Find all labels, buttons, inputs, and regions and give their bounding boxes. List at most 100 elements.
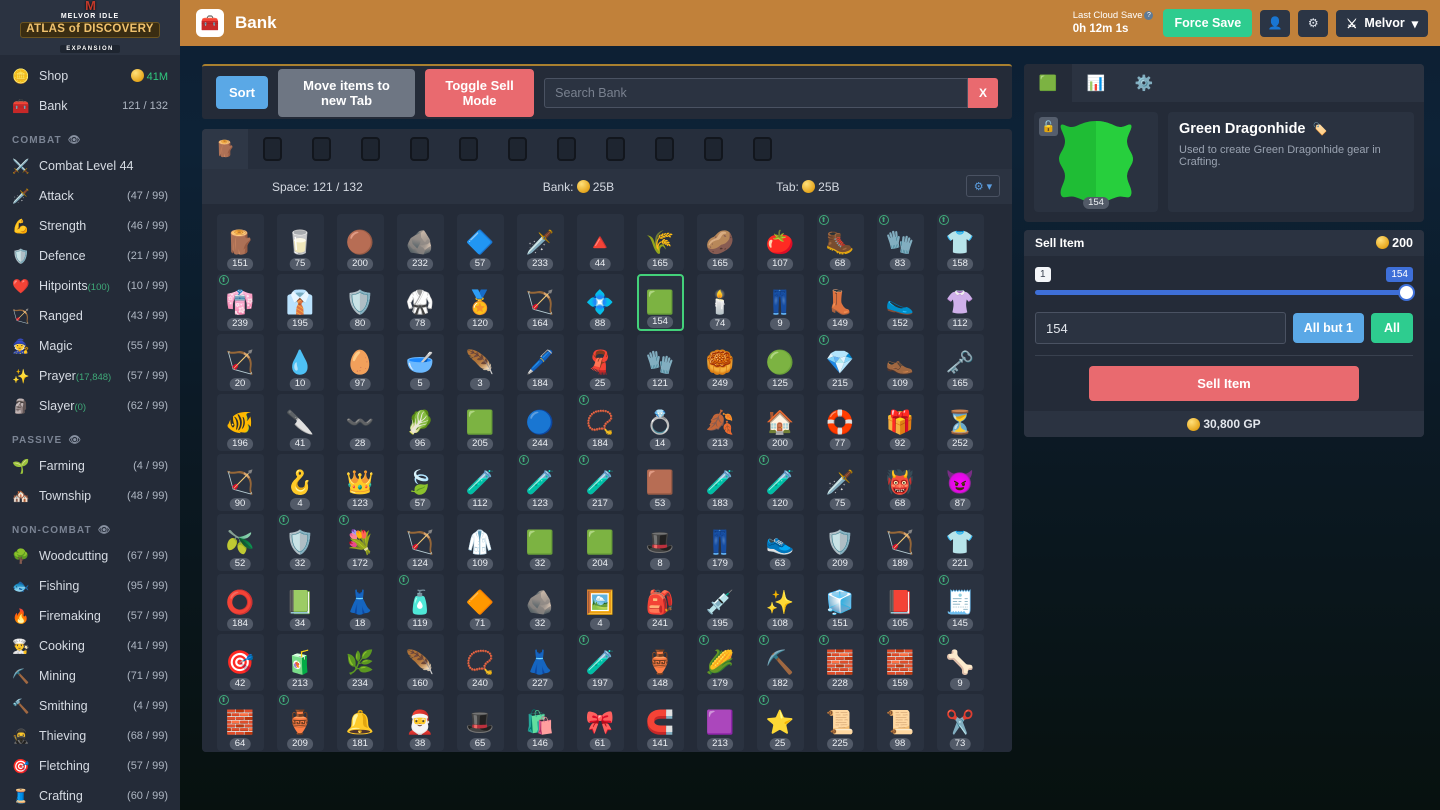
sidebar-item-township[interactable]: 🏘️Township(48 / 99) [0, 481, 180, 511]
bank-item[interactable]: 👞109 [870, 332, 930, 392]
bank-item[interactable]: ⬆🌽179 [690, 632, 750, 692]
sort-button[interactable]: Sort [216, 76, 268, 109]
bank-item[interactable]: ⬆🧪123 [510, 452, 570, 512]
slider-knob[interactable] [1398, 284, 1415, 301]
item-image[interactable]: 🔓 154 [1034, 112, 1158, 212]
bank-item[interactable]: ⏳252 [930, 392, 990, 452]
bank-item[interactable]: ⬆🏺209 [270, 692, 330, 752]
bank-item[interactable]: 🧤121 [630, 332, 690, 392]
bank-options-button[interactable]: ⚙ ▾ [966, 175, 1000, 197]
bank-item[interactable]: ⬆🧱64 [210, 692, 270, 752]
bank-item[interactable]: 🪨232 [390, 212, 450, 272]
bank-item[interactable]: 🏅120 [450, 272, 510, 332]
bank-item[interactable]: 📗34 [270, 572, 330, 632]
sidebar-item-fishing[interactable]: 🐟Fishing(95 / 99) [0, 571, 180, 601]
bank-item[interactable]: 🍅107 [750, 212, 810, 272]
bank-item[interactable]: 🎅38 [390, 692, 450, 752]
bank-item[interactable]: 📿240 [450, 632, 510, 692]
sidebar-item-mining[interactable]: ⛏️Mining(71 / 99) [0, 661, 180, 691]
bank-item[interactable]: 📜98 [870, 692, 930, 752]
bank-item[interactable]: 🏹189 [870, 512, 930, 572]
sell-quantity-input[interactable] [1035, 312, 1286, 344]
bank-item[interactable]: ⬆📿184 [570, 392, 630, 452]
all-button[interactable]: All [1371, 313, 1413, 343]
sidebar-item-combat-level-44[interactable]: ⚔️Combat Level 44 [0, 151, 180, 181]
bank-item[interactable]: 🏺148 [630, 632, 690, 692]
bank-item[interactable]: ⬆💎215 [810, 332, 870, 392]
bank-item[interactable]: 🥣5 [390, 332, 450, 392]
bank-item[interactable]: 🕯️74 [690, 272, 750, 332]
bank-item[interactable]: ⬆🧤83 [870, 212, 930, 272]
bank-item[interactable]: 🏹90 [210, 452, 270, 512]
bank-item[interactable]: ⬆🧱159 [870, 632, 930, 692]
sidebar-item-shop[interactable]: 🪙 Shop 41M [0, 61, 180, 91]
bank-item[interactable]: 📕105 [870, 572, 930, 632]
sidebar-item-crafting[interactable]: 🧵Crafting(60 / 99) [0, 781, 180, 810]
bank-item[interactable]: 🖼️4 [570, 572, 630, 632]
sidebar-item-firemaking[interactable]: 🔥Firemaking(57 / 99) [0, 601, 180, 631]
bank-item[interactable]: 🥬96 [390, 392, 450, 452]
bank-item[interactable]: 🧪112 [450, 452, 510, 512]
bank-item[interactable]: 🫒52 [210, 512, 270, 572]
bank-item[interactable]: ✨108 [750, 572, 810, 632]
sidebar-item-fletching[interactable]: 🎯Fletching(57 / 99) [0, 751, 180, 781]
bank-item[interactable]: 🧃213 [270, 632, 330, 692]
sidebar-item-ranged[interactable]: 🏹Ranged(43 / 99) [0, 301, 180, 331]
bank-item[interactable]: 🎩8 [630, 512, 690, 572]
bank-item[interactable]: ⬆🦴9 [930, 632, 990, 692]
bank-item[interactable]: 🥼109 [450, 512, 510, 572]
bank-item[interactable]: 🪶3 [450, 332, 510, 392]
search-input[interactable] [544, 78, 968, 108]
sidebar-item-strength[interactable]: 💪Strength(46 / 99) [0, 211, 180, 241]
bank-item[interactable]: 🏹124 [390, 512, 450, 572]
bank-item[interactable]: 🥿152 [870, 272, 930, 332]
bank-item[interactable]: 🎁92 [870, 392, 930, 452]
bank-item[interactable]: 🗡️233 [510, 212, 570, 272]
bank-item[interactable]: 🖊️184 [510, 332, 570, 392]
bank-item[interactable]: 🏠200 [750, 392, 810, 452]
bank-item[interactable]: 🟪213 [690, 692, 750, 752]
bank-item[interactable]: 💍14 [630, 392, 690, 452]
move-items-button[interactable]: Move items to new Tab [278, 69, 415, 117]
bank-item[interactable]: 🛟77 [810, 392, 870, 452]
sidebar-item-attack[interactable]: 🗡️Attack(47 / 99) [0, 181, 180, 211]
bank-tab-6[interactable] [493, 129, 542, 169]
bank-item[interactable]: 🛍️146 [510, 692, 570, 752]
eye-icon[interactable]: 👁 [68, 435, 82, 446]
sidebar-item-cooking[interactable]: 👨‍🍳Cooking(41 / 99) [0, 631, 180, 661]
bank-tab-8[interactable] [591, 129, 640, 169]
bank-tab-11[interactable] [738, 129, 787, 169]
eye-icon[interactable]: 👁 [68, 135, 82, 146]
bank-item[interactable]: 🥋78 [390, 272, 450, 332]
bank-item[interactable]: 🧪183 [690, 452, 750, 512]
sidebar-item-woodcutting[interactable]: 🌳Woodcutting(67 / 99) [0, 541, 180, 571]
bank-item[interactable]: 🛡️80 [330, 272, 390, 332]
bank-tab-9[interactable] [640, 129, 689, 169]
character-menu-button[interactable]: ⚔ Melvor ▾ [1336, 10, 1428, 37]
bank-item[interactable]: ⬆🧱228 [810, 632, 870, 692]
bank-item[interactable]: 🍃57 [390, 452, 450, 512]
bank-item[interactable]: 🧊151 [810, 572, 870, 632]
bank-item[interactable]: 🟫53 [630, 452, 690, 512]
bank-item[interactable]: ⬆🛡️32 [270, 512, 330, 572]
bank-item[interactable]: 🪝4 [270, 452, 330, 512]
bank-tab-5[interactable] [444, 129, 493, 169]
bank-tab-3[interactable] [346, 129, 395, 169]
bank-item[interactable]: 🔪41 [270, 392, 330, 452]
bank-tab-4[interactable] [395, 129, 444, 169]
bank-item[interactable]: ⭕184 [210, 572, 270, 632]
bank-item[interactable]: 〰️28 [330, 392, 390, 452]
bank-item[interactable]: 🌿234 [330, 632, 390, 692]
toggle-sell-mode-button[interactable]: Toggle Sell Mode [425, 69, 534, 117]
quantity-slider[interactable] [1035, 290, 1413, 295]
bank-item[interactable]: 🎒241 [630, 572, 690, 632]
bank-item[interactable]: 🎩65 [450, 692, 510, 752]
bank-item[interactable]: ⬆👘239 [210, 272, 270, 332]
bank-tab-1[interactable] [248, 129, 297, 169]
bank-item[interactable]: 👖179 [690, 512, 750, 572]
bank-item[interactable]: 🍂213 [690, 392, 750, 452]
sidebar-item-prayer[interactable]: ✨Prayer(17,848)(57 / 99) [0, 361, 180, 391]
bank-item[interactable]: ⬆🧪217 [570, 452, 630, 512]
bank-item[interactable]: 🏹164 [510, 272, 570, 332]
sell-item-button[interactable]: Sell Item [1089, 366, 1359, 401]
